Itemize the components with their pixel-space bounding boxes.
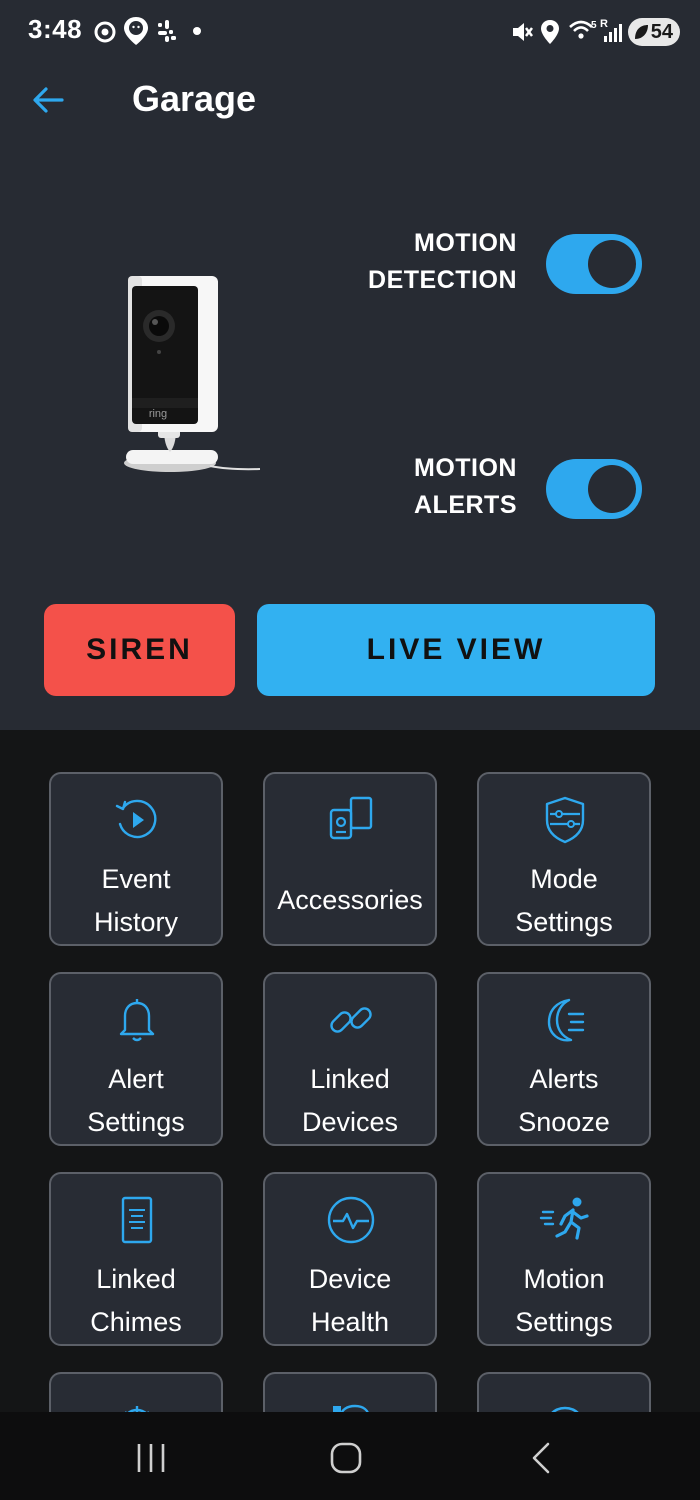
toggle-label-line: MOTION bbox=[414, 454, 517, 482]
toggle-label-line: MOTION bbox=[414, 229, 517, 257]
history-icon bbox=[115, 799, 157, 839]
accessories-icon bbox=[329, 796, 373, 840]
back-icon[interactable] bbox=[522, 1440, 562, 1476]
chrome-icon bbox=[94, 21, 116, 43]
shield-icon bbox=[545, 796, 585, 844]
tile-label: Device Health bbox=[308, 1264, 392, 1337]
motion-detection-toggle[interactable] bbox=[546, 234, 642, 294]
tile-device-health[interactable]: Device Health bbox=[263, 1172, 437, 1346]
tile-label: Mode Settings bbox=[515, 864, 613, 937]
tile-accessories[interactable]: Accessories bbox=[263, 772, 437, 946]
charging-leaf-icon bbox=[635, 25, 648, 39]
tile-label: Alerts Snooze bbox=[518, 1064, 610, 1137]
motion-detection-label: MOTION DETECTION bbox=[297, 225, 517, 299]
battery-level: 54 bbox=[650, 21, 673, 43]
slack-icon bbox=[158, 20, 176, 42]
tile-motion-settings[interactable]: Motion Settings bbox=[477, 1172, 651, 1346]
tile-event-history[interactable]: Event History bbox=[49, 772, 223, 946]
system-nav-bar bbox=[0, 1412, 700, 1500]
recent-apps-icon[interactable] bbox=[131, 1440, 171, 1476]
live-view-button[interactable]: LIVE VIEW bbox=[257, 604, 655, 696]
siren-button[interactable]: SIREN bbox=[44, 604, 235, 696]
battery-indicator: 54 bbox=[628, 18, 680, 46]
tile-label: Alert Settings bbox=[87, 1064, 185, 1137]
tile-alert-settings[interactable]: Alert Settings bbox=[49, 972, 223, 1146]
bell-icon bbox=[119, 999, 155, 1042]
toggle-label-line: ALERTS bbox=[414, 491, 517, 519]
svg-text:R: R bbox=[600, 18, 608, 30]
camera-image: ring bbox=[124, 276, 261, 472]
motion-alerts-label: MOTION ALERTS bbox=[297, 450, 517, 524]
link-icon bbox=[330, 1007, 372, 1033]
tile-label: Linked Chimes bbox=[90, 1264, 182, 1337]
toggle-knob bbox=[588, 240, 636, 288]
tile-label: Event History bbox=[93, 864, 178, 937]
toggle-label-line: DETECTION bbox=[368, 266, 517, 294]
tile-label: Motion Settings bbox=[515, 1264, 613, 1337]
page-title: Garage bbox=[132, 78, 257, 119]
mute-icon bbox=[513, 23, 533, 41]
running-icon bbox=[539, 1197, 589, 1240]
wifi-icon: 5 bbox=[569, 20, 597, 39]
location-face-icon bbox=[124, 17, 148, 45]
signal-icon: R bbox=[600, 18, 622, 42]
toggle-knob bbox=[588, 465, 636, 513]
tile-alerts-snooze[interactable]: Alerts Snooze bbox=[477, 972, 651, 1146]
notification-dot-icon bbox=[193, 27, 201, 35]
home-icon[interactable] bbox=[326, 1440, 366, 1476]
chime-icon bbox=[121, 1196, 153, 1244]
tile-linked-chimes[interactable]: Linked Chimes bbox=[49, 1172, 223, 1346]
location-icon bbox=[541, 20, 559, 44]
tile-label: Linked Devices bbox=[301, 1064, 399, 1137]
moon-icon bbox=[547, 998, 585, 1042]
tile-label: Accessories bbox=[277, 885, 423, 915]
device-header-panel: 3:48 5 R 54 Garage ring MOTION DETECTION… bbox=[0, 0, 700, 730]
health-icon bbox=[327, 1196, 375, 1244]
back-arrow-icon[interactable] bbox=[30, 82, 66, 118]
tile-linked-devices[interactable]: Linked Devices bbox=[263, 972, 437, 1146]
status-bar: 3:48 5 R 54 bbox=[0, 0, 700, 64]
svg-text:5: 5 bbox=[591, 20, 597, 31]
status-time: 3:48 bbox=[28, 14, 83, 44]
tile-mode-settings[interactable]: Mode Settings bbox=[477, 772, 651, 946]
camera-brand-logo: ring bbox=[149, 408, 167, 420]
motion-alerts-toggle[interactable] bbox=[546, 459, 642, 519]
